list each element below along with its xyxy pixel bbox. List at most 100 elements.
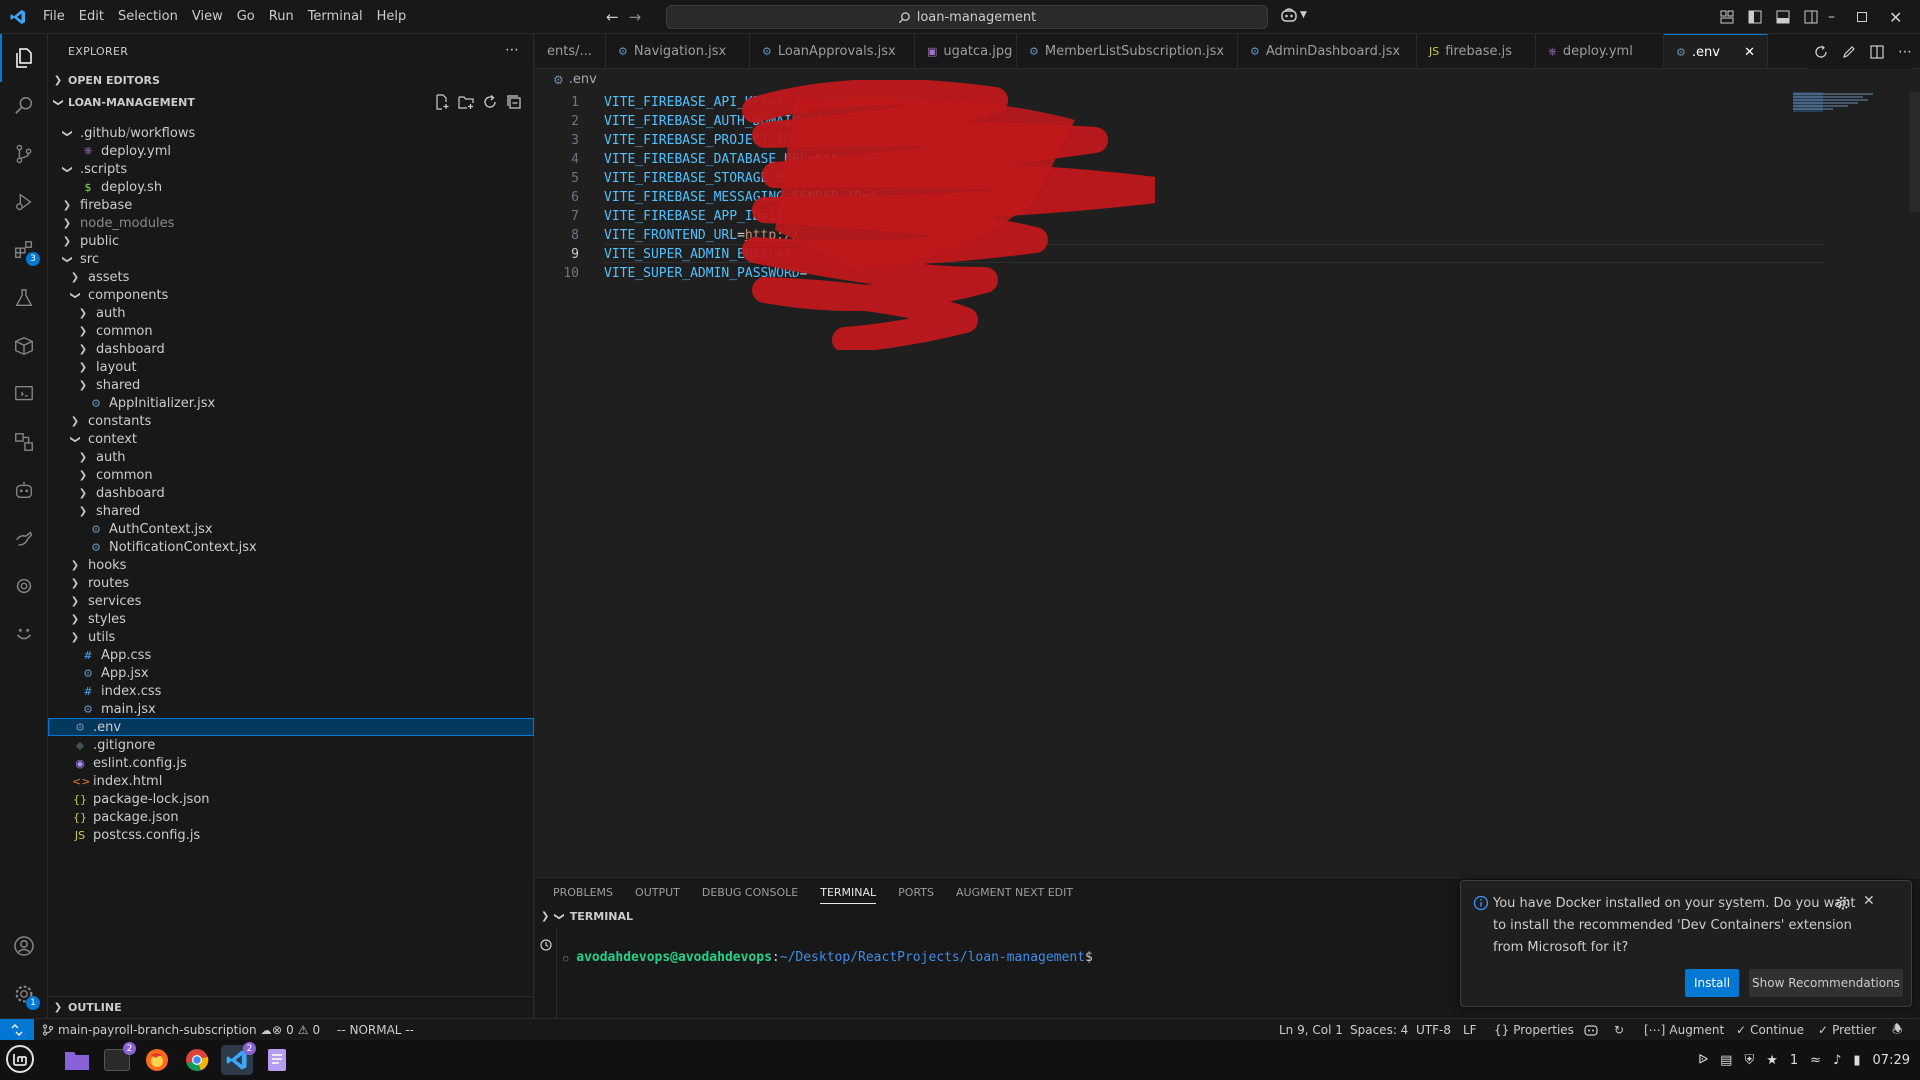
editor-tab[interactable]: ⚙ .env ✕ — [1664, 34, 1768, 68]
sync-icon[interactable] — [1814, 45, 1828, 59]
mint-menu-icon[interactable] — [4, 1044, 36, 1074]
maximize-icon[interactable] — [1857, 12, 1867, 22]
firefox-icon[interactable] — [141, 1045, 173, 1075]
more-actions-icon[interactable]: ⋯ — [505, 42, 519, 58]
chrome-icon[interactable] — [181, 1045, 213, 1075]
copilot-status-icon[interactable] — [1584, 1019, 1598, 1041]
volume-icon[interactable]: ♪ — [1833, 1053, 1841, 1068]
remote-explorer-icon[interactable] — [0, 370, 48, 418]
tab-debug-console[interactable]: DEBUG CONSOLE — [702, 886, 798, 904]
tree-file[interactable]: {} package.json — [48, 808, 534, 826]
refresh-icon[interactable] — [482, 94, 498, 110]
toggle-panel-icon[interactable] — [1776, 10, 1790, 24]
shield-icon[interactable]: ⛨ — [1744, 1053, 1754, 1068]
menu-terminal[interactable]: Terminal — [301, 0, 370, 34]
continue-status[interactable]: ✓ Continue — [1736, 1019, 1804, 1041]
branch-status[interactable]: main-payroll-branch-subscription ☁ — [42, 1019, 272, 1041]
menu-go[interactable]: Go — [230, 0, 262, 34]
editor-tab[interactable]: ⚙ AdminDashboard.jsx — [1238, 34, 1417, 68]
tree-file[interactable]: ⚙ AuthContext.jsx — [48, 520, 534, 538]
remote-indicator-icon[interactable] — [0, 1019, 34, 1041]
terminal-prompt[interactable]: ○ avodahdevops@avodahdevops:~/Desktop/Re… — [563, 950, 1093, 965]
tree-folder[interactable]: ❯ common — [48, 466, 534, 484]
project-section[interactable]: ❯ LOAN-MANAGEMENT — [48, 91, 534, 113]
open-editors-section[interactable]: ❯ OPEN EDITORS — [48, 69, 534, 91]
toggle-secondary-sidebar-icon[interactable] — [1804, 10, 1818, 24]
history-icon[interactable] — [539, 938, 553, 952]
line-ending[interactable]: LF — [1463, 1019, 1477, 1041]
run-debug-icon[interactable] — [0, 178, 48, 226]
tree-folder[interactable]: ❯ components — [48, 286, 534, 304]
breadcrumb[interactable]: ⚙ .env — [553, 72, 597, 87]
tree-file[interactable]: {} package-lock.json — [48, 790, 534, 808]
new-folder-icon[interactable] — [458, 94, 474, 110]
chevron-right-icon[interactable]: ❯ — [541, 911, 549, 922]
chevron-down-icon[interactable]: ❯ — [554, 912, 565, 920]
notifications-icon[interactable]: ★ — [1766, 1053, 1778, 1068]
testing-flask-icon[interactable] — [0, 274, 48, 322]
editor-tab[interactable]: ⚙ LoanApprovals.jsx — [750, 34, 915, 68]
code-editor[interactable]: 1 VITE_FIREBASE_API_KEY=A 2 VITE_FIREBASE_A… — [535, 80, 1920, 876]
tree-folder[interactable]: ❯ src — [48, 250, 534, 268]
accounts-icon[interactable] — [0, 922, 48, 970]
containers-icon[interactable] — [0, 418, 48, 466]
editor-tab[interactable]: ⚙ MemberListSubscription.jsx — [1017, 34, 1238, 68]
clipboard-icon[interactable]: ▤ — [1720, 1053, 1732, 1068]
bell-icon[interactable]: 🕭 — [1892, 1019, 1903, 1041]
tree-folder[interactable]: ❯ .scripts — [48, 160, 534, 178]
terminal-app-icon[interactable]: 2 — [101, 1042, 136, 1075]
source-control-icon[interactable] — [0, 130, 48, 178]
package-box-icon[interactable] — [0, 322, 48, 370]
tree-folder[interactable]: ❯ dashboard — [48, 484, 534, 502]
terminal-header[interactable]: ❯ ❯ TERMINAL — [541, 910, 633, 923]
menu-view[interactable]: View — [185, 0, 230, 34]
tree-file[interactable]: # App.css — [48, 646, 534, 664]
cursor-position[interactable]: Ln 9, Col 1 — [1279, 1019, 1343, 1041]
files-icon[interactable] — [61, 1045, 93, 1075]
tab-augment-next-edit[interactable]: AUGMENT NEXT EDIT — [956, 886, 1073, 904]
command-center-search[interactable]: loan-management — [666, 5, 1268, 29]
show-recommendations-button[interactable]: Show Recommendations — [1749, 969, 1903, 997]
tree-folder[interactable]: ❯ hooks — [48, 556, 534, 574]
prettier-status[interactable]: ✓ Prettier — [1818, 1019, 1876, 1041]
tab-problems[interactable]: PROBLEMS — [553, 886, 613, 904]
tree-folder[interactable]: ❯ utils — [48, 628, 534, 646]
tree-folder[interactable]: ❯ services — [48, 592, 534, 610]
tree-folder[interactable]: ❯ common — [48, 322, 534, 340]
clock[interactable]: 07:29 — [1873, 1053, 1910, 1068]
outline-section[interactable]: ❯ OUTLINE — [48, 996, 534, 1018]
augment-status[interactable]: [⋯] Augment — [1644, 1019, 1724, 1041]
close-icon[interactable]: ✕ — [1863, 893, 1875, 909]
tree-folder[interactable]: ❯ shared — [48, 502, 534, 520]
vertical-scrollbar[interactable] — [1909, 92, 1920, 212]
copilot-menu[interactable]: ▼ — [1280, 7, 1307, 23]
explorer-icon[interactable] — [0, 34, 48, 82]
split-editor-icon[interactable] — [1870, 44, 1884, 59]
gear-icon[interactable] — [1835, 895, 1851, 911]
tree-folder[interactable]: ❯ node_modules — [48, 214, 534, 232]
customize-layout-icon[interactable] — [1720, 10, 1734, 24]
tree-folder[interactable]: ❯ context — [48, 430, 534, 448]
tree-file[interactable]: # index.css — [48, 682, 534, 700]
tree-file[interactable]: ⎈ deploy.yml — [48, 142, 534, 160]
tree-file[interactable]: JS postcss.config.js — [48, 826, 534, 844]
tree-folder[interactable]: ❯ assets — [48, 268, 534, 286]
editor-tab[interactable]: ⚙ Navigation.jsx — [606, 34, 750, 68]
more-actions-icon[interactable]: ⋯ — [1898, 44, 1912, 60]
edit-pencil-icon[interactable] — [1842, 45, 1856, 59]
settings-gear-icon[interactable]: 1 — [0, 970, 48, 1018]
indentation[interactable]: Spaces: 4 — [1350, 1019, 1408, 1041]
menu-file[interactable]: File — [36, 0, 72, 34]
encoding[interactable]: UTF-8 — [1416, 1019, 1451, 1041]
minimap[interactable] — [1793, 92, 1883, 112]
collapse-all-icon[interactable] — [506, 94, 522, 110]
wifi-icon[interactable]: ≈ — [1810, 1053, 1821, 1068]
tree-file[interactable]: ⚙ App.jsx — [48, 664, 534, 682]
back-arrow-icon[interactable]: ← — [606, 8, 619, 26]
vscode-app-icon[interactable]: 2 — [221, 1042, 256, 1075]
tree-folder[interactable]: ❯ constants — [48, 412, 534, 430]
tree-file[interactable]: ⚙ NotificationContext.jsx — [48, 538, 534, 556]
editor-tab[interactable]: ⎈ deploy.yml — [1536, 34, 1664, 68]
language-mode[interactable]: {} Properties — [1494, 1019, 1574, 1041]
battery-icon[interactable]: ▮ — [1853, 1053, 1860, 1068]
